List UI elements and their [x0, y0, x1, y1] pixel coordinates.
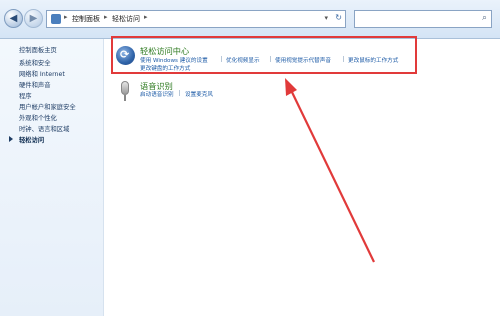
breadcrumb-control-panel[interactable]: 控制面板	[72, 14, 100, 24]
sidebar-item-appearance[interactable]: 外观和个性化	[19, 113, 57, 122]
forward-arrow-icon: ▶	[29, 13, 38, 24]
chevron-down-icon[interactable]: ▾	[324, 14, 328, 22]
chevron-right-icon[interactable]: ▸	[104, 13, 108, 21]
sidebar-item-network-internet[interactable]: 网络和 Internet	[19, 69, 65, 78]
forward-button[interactable]: ▶	[24, 9, 43, 28]
link-setup-microphone[interactable]: 设置麦克风	[185, 90, 213, 98]
link-divider	[179, 90, 180, 96]
control-panel-window: ◀ ▶ ▸ 控制面板 ▸ 轻松访问 ▸ ▾ ↻ ⌕ 控制面板主页 系统和安全 网…	[0, 0, 500, 316]
back-arrow-icon: ◀	[9, 13, 18, 24]
sidebar-item-hardware-sound[interactable]: 硬件和声音	[19, 80, 50, 89]
refresh-icon[interactable]: ↻	[335, 13, 342, 22]
address-bar[interactable]: ▸ 控制面板 ▸ 轻松访问 ▸ ▾ ↻	[46, 10, 346, 28]
sidebar-item-programs[interactable]: 程序	[19, 91, 32, 100]
microphone-stand-icon	[124, 95, 126, 101]
main-content: ⟳ 轻松访问中心 使用 Windows 建议的设置 优化视频显示 使用视觉提示代…	[104, 39, 500, 316]
chevron-right-icon[interactable]: ▸	[144, 13, 148, 21]
control-panel-icon	[51, 14, 61, 24]
sidebar: 控制面板主页 系统和安全 网络和 Internet 硬件和声音 程序 用户帐户和…	[0, 39, 104, 316]
microphone-icon[interactable]	[121, 81, 129, 95]
sidebar-item-clock-language[interactable]: 时钟、语言和区域	[19, 124, 69, 133]
current-item-marker-icon	[9, 136, 13, 142]
breadcrumb-ease-of-access[interactable]: 轻松访问	[112, 14, 140, 24]
back-button[interactable]: ◀	[4, 9, 23, 28]
sidebar-item-ease-of-access[interactable]: 轻松访问	[19, 135, 44, 144]
annotation-highlight-box	[111, 36, 417, 74]
address-toolbar: ◀ ▶ ▸ 控制面板 ▸ 轻松访问 ▸ ▾ ↻ ⌕	[0, 0, 500, 39]
sidebar-item-system-security[interactable]: 系统和安全	[19, 58, 50, 67]
link-start-speech[interactable]: 启动语音识别	[140, 90, 174, 98]
sidebar-home-link[interactable]: 控制面板主页	[19, 45, 57, 54]
chevron-right-icon[interactable]: ▸	[64, 13, 68, 21]
search-icon[interactable]: ⌕	[482, 13, 487, 23]
search-input[interactable]: ⌕	[354, 10, 492, 28]
sidebar-item-user-accounts[interactable]: 用户帐户和家庭安全	[19, 102, 76, 111]
